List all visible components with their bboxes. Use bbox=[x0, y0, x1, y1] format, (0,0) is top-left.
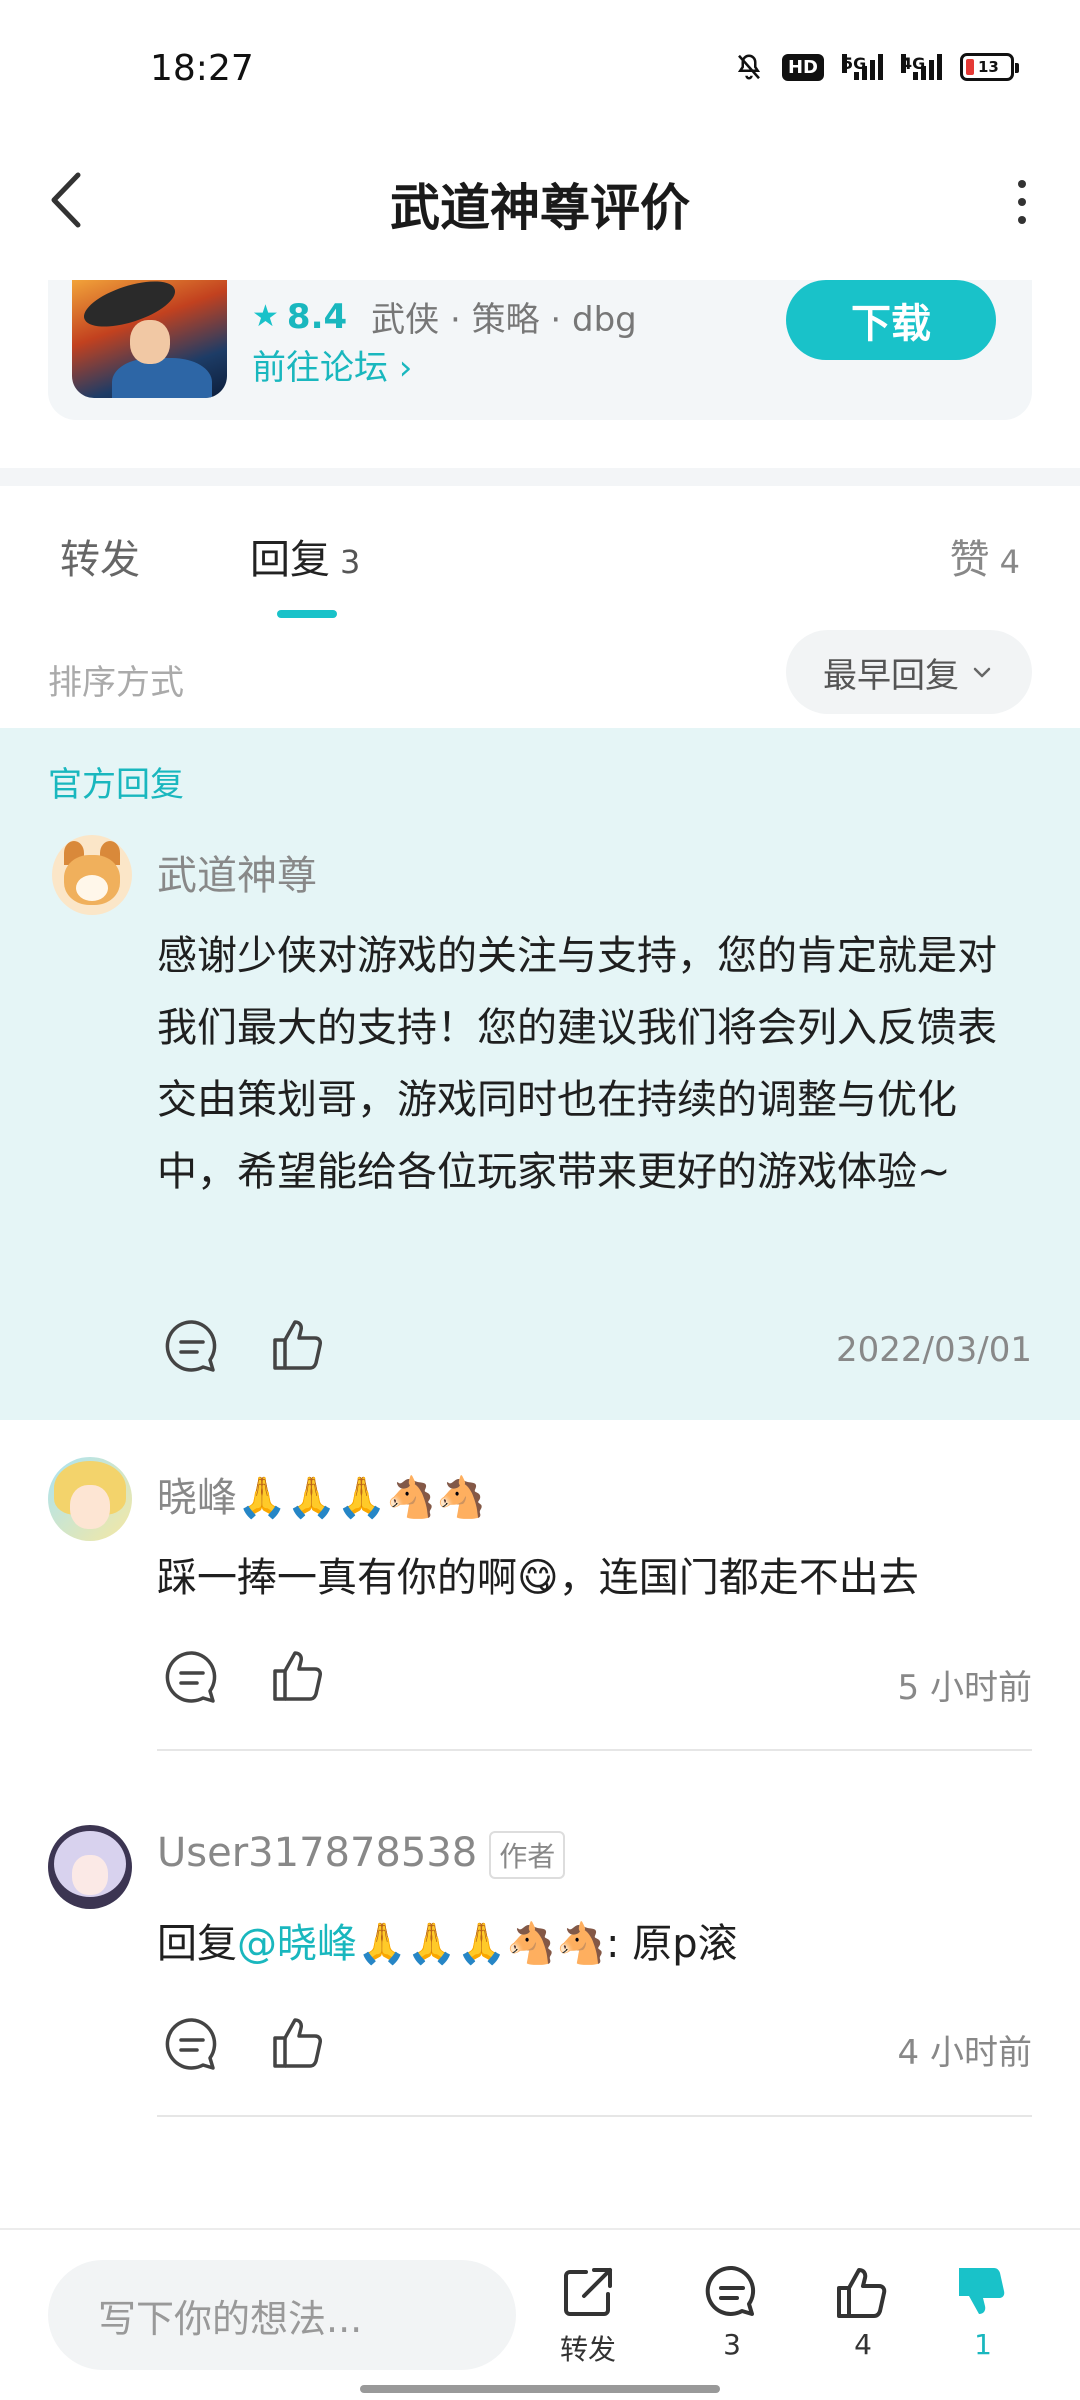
divider bbox=[157, 2115, 1032, 2117]
reply-button[interactable] bbox=[160, 1314, 224, 1378]
comment-icon bbox=[165, 1320, 217, 1372]
more-options-button[interactable] bbox=[1012, 172, 1032, 232]
tab-reply[interactable]: 回复 3 bbox=[250, 527, 360, 585]
signal-5g-icon: 5G bbox=[842, 54, 883, 80]
tab-reply-count: 3 bbox=[340, 543, 361, 581]
thumbs-up-icon bbox=[273, 2018, 322, 2068]
thumbs-up-icon bbox=[273, 1651, 322, 1701]
comment-input[interactable]: 写下你的想法... bbox=[48, 2260, 516, 2370]
divider bbox=[157, 1749, 1032, 1751]
official-reply-date: 2022/03/01 bbox=[836, 1330, 1032, 1370]
reply-body: : 原p滚 bbox=[606, 1921, 738, 1967]
hd-badge: HD bbox=[781, 53, 824, 81]
game-rating-row: ★ 8.4 武侠 · 策略 · dbg bbox=[252, 292, 637, 341]
official-reply-label: 官方回复 bbox=[48, 765, 184, 805]
thumbs-down-icon bbox=[959, 2268, 1005, 2314]
author-badge: 作者 bbox=[489, 1831, 566, 1879]
game-tags: 武侠 · 策略 · dbg bbox=[371, 300, 637, 340]
like-button[interactable]: 4 bbox=[818, 2262, 908, 2361]
official-reply-text: 感谢少侠对游戏的关注与支持，您的肯定就是对我们最大的支持！您的建议我们将会列入反… bbox=[157, 933, 997, 1195]
forum-link[interactable]: 前往论坛 › bbox=[252, 340, 412, 389]
net-4g-label: 4G bbox=[901, 54, 926, 73]
reply-username-row: User317878538 作者 bbox=[157, 1830, 566, 1879]
reply-time: 5 小时前 bbox=[897, 1668, 1032, 1708]
like-button[interactable] bbox=[267, 2010, 331, 2074]
thumbs-up-icon bbox=[837, 2268, 887, 2318]
active-tab-indicator bbox=[277, 610, 337, 618]
tab-like[interactable]: 赞4 bbox=[950, 527, 1020, 585]
status-icons: HD 5G 4G 13 bbox=[734, 52, 1019, 82]
reply-username[interactable]: 晓峰🙏🙏🙏🐴🐴 bbox=[157, 1465, 486, 1523]
like-button[interactable] bbox=[267, 1312, 331, 1376]
bottom-bar-divider bbox=[0, 2228, 1080, 2230]
tab-reply-label: 回复 bbox=[250, 537, 330, 583]
like-count: 4 bbox=[854, 2328, 872, 2361]
share-icon bbox=[564, 2268, 612, 2316]
tab-forward[interactable]: 转发 bbox=[60, 527, 140, 585]
tab-like-label: 赞 bbox=[949, 537, 990, 583]
comment-icon bbox=[165, 2018, 217, 2070]
tab-forward-label: 转发 bbox=[60, 537, 140, 583]
comment-count: 3 bbox=[723, 2328, 741, 2361]
mention-link[interactable]: @晓峰🙏🙏🙏🐴🐴 bbox=[237, 1921, 606, 1967]
forward-button[interactable]: 转发 bbox=[543, 2262, 633, 2368]
reply-button[interactable] bbox=[160, 2012, 224, 2076]
home-indicator[interactable] bbox=[360, 2385, 720, 2393]
game-rating: 8.4 bbox=[286, 296, 348, 337]
reply-prefix: 回复 bbox=[157, 1921, 237, 1967]
section-divider bbox=[0, 468, 1080, 486]
dislike-count: 1 bbox=[974, 2328, 992, 2361]
sort-label: 排序方式 bbox=[48, 663, 184, 703]
comment-icon bbox=[165, 1651, 217, 1703]
avatar[interactable] bbox=[52, 835, 132, 915]
official-username[interactable]: 武道神尊 bbox=[157, 843, 317, 901]
reply-text: 回复@晓峰🙏🙏🙏🐴🐴: 原p滚 bbox=[157, 1908, 1017, 1980]
dot-icon bbox=[1018, 198, 1026, 206]
mute-bell-icon bbox=[737, 54, 761, 80]
reply-button[interactable] bbox=[160, 1645, 224, 1709]
forward-label: 转发 bbox=[559, 2333, 616, 2366]
sort-dropdown[interactable]: 最早回复 bbox=[786, 630, 1032, 714]
star-icon: ★ bbox=[252, 299, 279, 334]
avatar[interactable] bbox=[48, 1825, 132, 1909]
tab-like-count: 4 bbox=[999, 543, 1020, 581]
sort-value: 最早回复 bbox=[823, 655, 959, 696]
game-icon[interactable] bbox=[72, 280, 227, 398]
chevron-down-icon bbox=[973, 667, 991, 678]
download-button[interactable]: 下载 bbox=[786, 280, 996, 360]
thumbs-up-icon bbox=[273, 1320, 322, 1370]
battery-level: 13 bbox=[978, 58, 999, 76]
signal-4g-icon: 4G bbox=[901, 54, 942, 80]
dot-icon bbox=[1018, 216, 1026, 224]
reply-time: 4 小时前 bbox=[897, 2033, 1032, 2073]
battery-icon: 13 bbox=[960, 53, 1019, 81]
comment-icon bbox=[705, 2265, 756, 2316]
reply-text: 踩一捧一真有你的啊😋，连国门都走不出去 bbox=[157, 1555, 919, 1601]
dislike-button[interactable]: 1 bbox=[938, 2262, 1028, 2361]
reply-username[interactable]: User317878538 bbox=[157, 1830, 477, 1876]
like-button[interactable] bbox=[267, 1643, 331, 1707]
comment-button[interactable]: 3 bbox=[687, 2262, 777, 2361]
status-time: 18:27 bbox=[150, 48, 254, 89]
net-5g-label: 5G bbox=[842, 54, 867, 73]
avatar[interactable] bbox=[48, 1457, 132, 1541]
page-title: 武道神尊评价 bbox=[390, 179, 690, 237]
dot-icon bbox=[1018, 180, 1026, 188]
